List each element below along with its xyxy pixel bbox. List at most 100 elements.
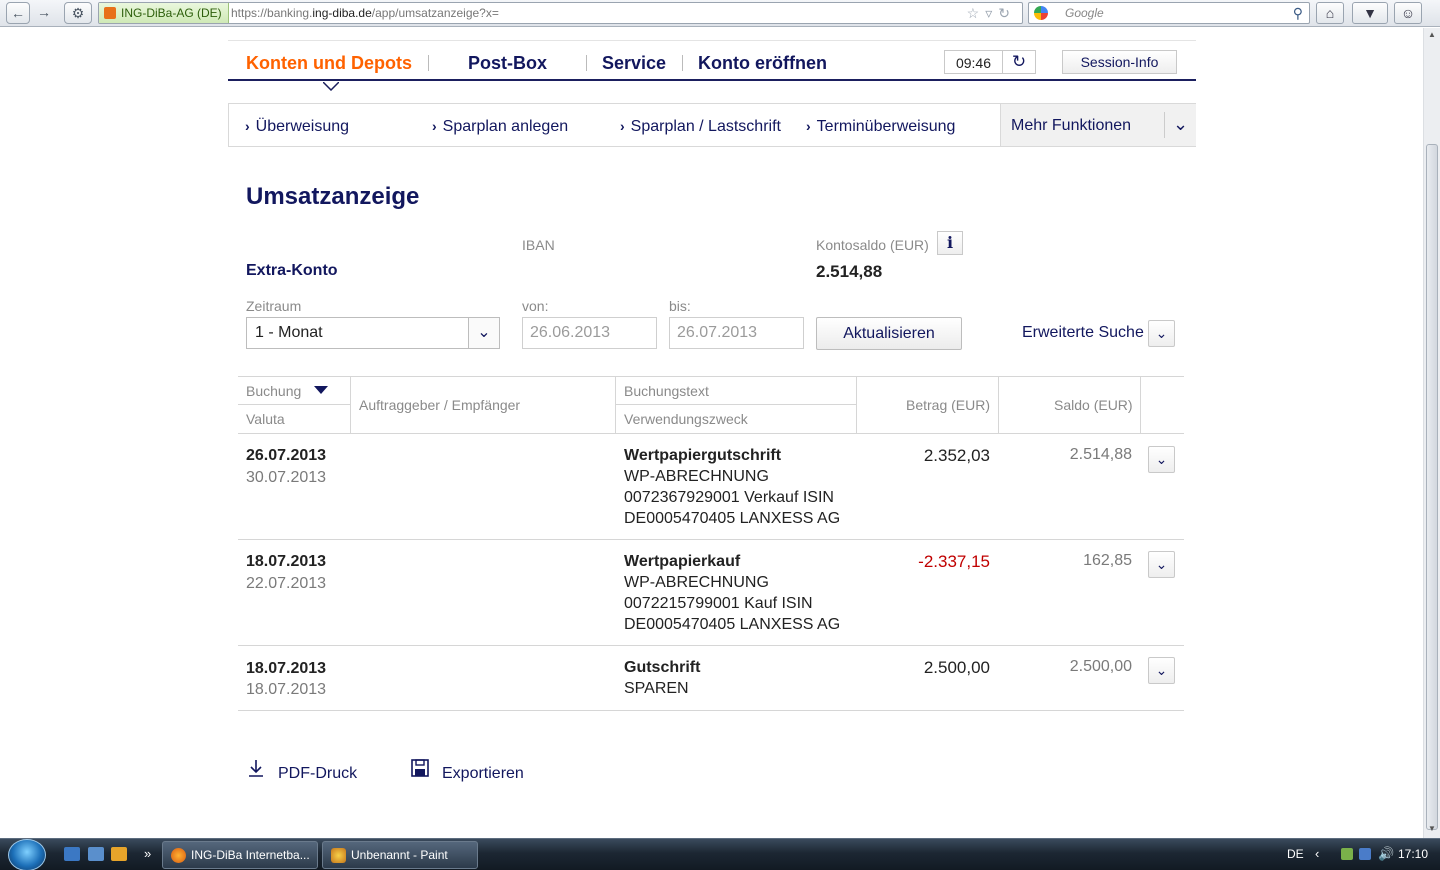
table-border — [238, 433, 1184, 434]
download-icon — [246, 758, 268, 783]
session-timer: 09:46 ↻ — [944, 50, 1036, 74]
url-actions: ☆▿↻ — [967, 3, 1016, 23]
downloads-button[interactable]: ▼ — [1352, 2, 1388, 24]
purpose-line: WP-ABRECHNUNG — [624, 468, 769, 485]
transactions-table: Buchung Valuta Auftraggeber / Empfänger … — [238, 376, 1184, 712]
advanced-search-link[interactable]: Erweiterte Suche — [1022, 324, 1144, 342]
tray-app-icon[interactable] — [1341, 848, 1353, 860]
purpose-line: WP-ABRECHNUNG — [624, 574, 769, 591]
row-expand-button[interactable]: ⌄ — [1148, 551, 1175, 578]
addon-button[interactable]: ☺ — [1394, 2, 1422, 24]
home-button[interactable]: ⌂ — [1316, 2, 1344, 24]
download-icon: ▼ — [1363, 5, 1377, 21]
to-label: bis: — [669, 298, 691, 314]
scroll-thumb[interactable] — [1426, 144, 1438, 830]
booking-date: 26.07.2013 — [246, 447, 327, 464]
subnav-sparplan-anlegen[interactable]: › Sparplan anlegen — [432, 117, 568, 136]
booking-text: Wertpapiergutschrift — [624, 447, 782, 464]
sort-descending-icon[interactable] — [314, 386, 328, 394]
site-identity-label: ING-DiBa-AG (DE) — [121, 6, 222, 20]
magnifier-icon[interactable]: ⚲ — [1293, 3, 1303, 23]
start-button[interactable] — [8, 839, 46, 870]
table-border — [238, 404, 350, 405]
export-link[interactable]: Exportieren — [410, 758, 524, 783]
subnav-ueberweisung[interactable]: › Überweisung — [245, 117, 349, 136]
iban-label: IBAN — [522, 237, 555, 253]
period-value: 1 - Monat — [255, 324, 323, 341]
update-button[interactable]: Aktualisieren — [816, 317, 962, 350]
info-icon: i — [946, 233, 954, 252]
quick-actions-bar: › Überweisung › Sparplan anlegen › Sparplan… — [228, 103, 1196, 147]
header-booking[interactable]: Buchung — [246, 383, 301, 399]
page-scrollbar[interactable]: ▲ ▼ — [1423, 28, 1440, 838]
task-firefox[interactable]: ING-DiBa Internetba... — [162, 841, 318, 869]
from-date-input[interactable] — [522, 317, 657, 349]
table-border — [615, 376, 616, 433]
pdf-print-link[interactable]: PDF-Druck — [246, 758, 357, 783]
chevron-down-icon[interactable]: ⌄ — [468, 318, 499, 348]
task-paint[interactable]: Unbenannt - Paint — [322, 841, 478, 869]
chevron-right-icon: › — [806, 118, 811, 134]
bookmarks-button[interactable]: ⚙ — [64, 2, 92, 24]
browser-toolbar: ← → ⚙ ING-DiBa-AG (DE) https://banking.i… — [0, 0, 1440, 27]
purpose-line: SPAREN — [624, 680, 689, 697]
value-date: 30.07.2013 — [246, 469, 327, 486]
nav-konto-eroeffnen[interactable]: Konto eröffnen — [698, 53, 827, 73]
session-refresh-button[interactable]: ↻ — [1003, 51, 1035, 73]
chevron-down-icon: ⌄ — [1155, 662, 1168, 678]
export-label: Exportieren — [442, 765, 524, 782]
chevron-right-icon: › — [432, 118, 437, 134]
tray-expand-icon[interactable]: ‹ — [1315, 839, 1319, 869]
session-time: 09:46 — [945, 51, 1003, 73]
nav-konten-und-depots[interactable]: Konten und Depots — [246, 53, 412, 73]
smiley-icon: ☺ — [1400, 5, 1416, 21]
paint-icon — [331, 848, 346, 863]
session-info-button[interactable]: Session-Info — [1062, 50, 1177, 74]
advanced-search-toggle[interactable]: ⌄ — [1148, 320, 1175, 347]
to-date-input[interactable] — [669, 317, 804, 349]
subnav-sparplan-lastschrift[interactable]: › Sparplan / Lastschrift — [620, 117, 781, 136]
site-identity-badge[interactable]: ING-DiBa-AG (DE) — [99, 3, 229, 23]
header-valuta[interactable]: Valuta — [246, 411, 285, 427]
network-icon[interactable] — [1359, 848, 1371, 860]
saldo: 2.500,00 — [1069, 658, 1132, 675]
firefox-icon — [171, 848, 186, 863]
dropdown-icon[interactable]: ▿ — [985, 5, 998, 21]
row-divider — [238, 645, 1184, 646]
nav-post-box[interactable]: Post-Box — [468, 53, 547, 73]
language-indicator[interactable]: DE — [1287, 839, 1304, 869]
star-icon[interactable]: ☆ — [967, 5, 986, 21]
window-switch-icon[interactable] — [88, 847, 104, 861]
from-label: von: — [522, 298, 549, 314]
row-divider — [238, 539, 1184, 540]
clock[interactable]: 17:10 — [1398, 839, 1428, 869]
header-booking-text: Buchungstext — [624, 383, 709, 399]
reload-icon[interactable]: ↻ — [998, 5, 1016, 21]
search-placeholder: Google — [1065, 6, 1104, 20]
scroll-up-icon[interactable]: ▲ — [1424, 30, 1440, 42]
more-functions-dropdown[interactable]: Mehr Funktionen ⌄ — [1000, 104, 1196, 146]
nav-separator — [682, 55, 683, 71]
purpose-line: 0072367929001 Verkauf ISIN — [624, 489, 834, 506]
row-expand-button[interactable]: ⌄ — [1148, 657, 1175, 684]
nav-service[interactable]: Service — [602, 53, 666, 73]
period-select[interactable]: 1 - Monat ⌄ — [246, 317, 500, 349]
subnav-terminueberweisung[interactable]: › Terminüberweisung — [806, 117, 955, 136]
scroll-down-icon[interactable]: ▼ — [1424, 824, 1440, 836]
booking-date: 18.07.2013 — [246, 553, 327, 570]
search-bar[interactable]: Google ⚲ — [1028, 2, 1310, 24]
table-border — [1140, 376, 1141, 433]
show-desktop-icon[interactable] — [64, 847, 80, 861]
forward-button[interactable]: → — [32, 2, 56, 24]
google-icon[interactable] — [1034, 6, 1048, 20]
quicklaunch-overflow-icon[interactable]: » — [144, 839, 151, 869]
chevron-right-icon: › — [620, 118, 625, 134]
media-player-icon[interactable] — [111, 847, 127, 861]
balance-info-button[interactable]: i — [937, 231, 963, 255]
volume-icon[interactable]: 🔊 — [1378, 839, 1394, 869]
address-bar[interactable]: ING-DiBa-AG (DE) https://banking.ing-dib… — [98, 2, 1023, 24]
back-button[interactable]: ← — [6, 2, 30, 24]
chevron-down-icon: ⌄ — [1155, 325, 1168, 341]
url-text[interactable]: https://banking.ing-diba.de/app/umsatzan… — [231, 3, 499, 23]
row-expand-button[interactable]: ⌄ — [1148, 446, 1175, 473]
